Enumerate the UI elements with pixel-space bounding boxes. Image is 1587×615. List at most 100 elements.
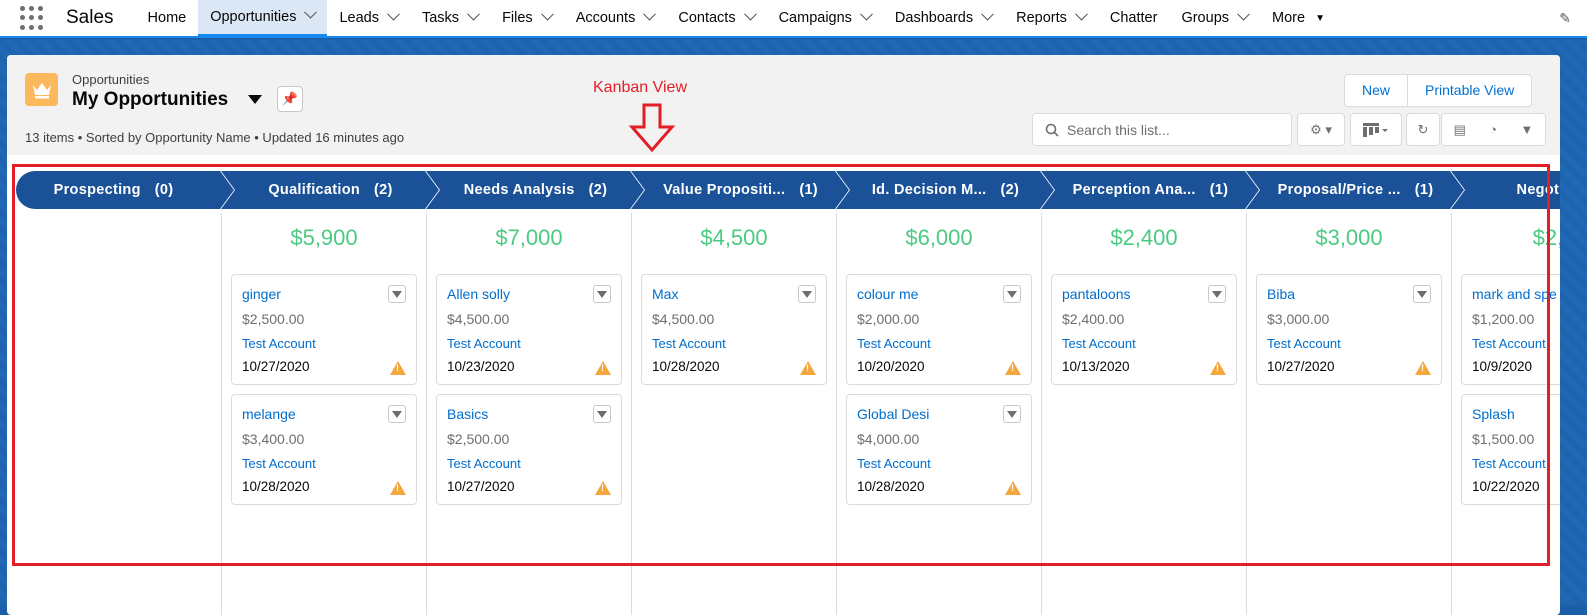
opportunity-name-link[interactable]: ginger <box>242 286 281 302</box>
nav-item-leads[interactable]: Leads <box>327 0 410 37</box>
card-menu-dropdown-icon[interactable] <box>798 285 816 303</box>
pin-list-button[interactable]: 📌 <box>277 86 303 112</box>
chart-icon[interactable]: ◔ <box>1489 122 1497 137</box>
caret-down-icon[interactable]: ▼ <box>1315 13 1325 24</box>
card-menu-dropdown-icon[interactable] <box>388 405 406 423</box>
card-menu-dropdown-icon[interactable] <box>593 285 611 303</box>
stage-1[interactable]: Qualification (2) <box>233 171 428 209</box>
nav-item-accounts[interactable]: Accounts <box>564 0 667 37</box>
account-name-link[interactable]: Test Account <box>1062 336 1136 351</box>
nav-item-campaigns[interactable]: Campaigns <box>767 0 883 37</box>
account-name-link[interactable]: Test Account <box>652 336 726 351</box>
table-view-icon[interactable]: ▤ <box>1454 122 1466 138</box>
warning-icon[interactable] <box>1415 361 1431 375</box>
opportunity-card[interactable]: pantaloons $2,400.00 Test Account 10/13/202… <box>1051 274 1237 385</box>
list-view-switcher-caret-icon[interactable] <box>248 95 262 104</box>
opportunity-card[interactable]: Biba $3,000.00 Test Account 10/27/2020 <box>1256 274 1442 385</box>
stage-2[interactable]: Needs Analysis (2) <box>438 171 633 209</box>
chevron-down-icon[interactable] <box>1075 7 1088 21</box>
opportunity-name-link[interactable]: Biba <box>1267 286 1295 302</box>
card-menu-dropdown-icon[interactable] <box>1413 285 1431 303</box>
opportunity-card[interactable]: melange $3,400.00 Test Account 10/28/2020 <box>231 394 417 505</box>
card-menu-dropdown-icon[interactable] <box>388 285 406 303</box>
nav-item-more[interactable]: More ▼ <box>1260 0 1337 37</box>
edit-nav-pencil-icon[interactable]: ✎ <box>1559 10 1571 27</box>
account-name-link[interactable]: Test Account <box>857 336 931 351</box>
opportunity-name-link[interactable]: Basics <box>447 406 488 422</box>
stage-6[interactable]: Proposal/Price ... (1) <box>1258 171 1453 209</box>
chevron-down-icon[interactable] <box>743 7 757 21</box>
warning-icon[interactable] <box>390 481 406 495</box>
kanban-column: $4,500 Max $4,500.00 Test Account 10/28/2020 <box>631 213 836 615</box>
nav-item-groups[interactable]: Groups <box>1169 0 1260 37</box>
opportunity-card[interactable]: Global Desi $4,000.00 Test Account 10/28/20… <box>846 394 1032 505</box>
chevron-down-icon[interactable] <box>387 7 400 21</box>
account-name-link[interactable]: Test Account <box>1472 336 1546 351</box>
stage-0[interactable]: Prospecting (0) <box>16 171 211 209</box>
card-menu-dropdown-icon[interactable] <box>1003 405 1021 423</box>
account-name-link[interactable]: Test Account <box>447 336 521 351</box>
account-name-link[interactable]: Test Account <box>242 456 316 471</box>
opportunity-card[interactable]: Basics $2,500.00 Test Account 10/27/2020 <box>436 394 622 505</box>
list-settings-button[interactable]: ⚙ ▾ <box>1297 113 1345 146</box>
chevron-down-icon[interactable] <box>1237 7 1250 21</box>
account-name-link[interactable]: Test Account <box>242 336 316 351</box>
app-launcher-icon[interactable] <box>20 6 44 30</box>
opportunity-card[interactable]: ginger $2,500.00 Test Account 10/27/2020 <box>231 274 417 385</box>
opportunity-card[interactable]: colour me $2,000.00 Test Account 10/20/2020 <box>846 274 1032 385</box>
card-menu-dropdown-icon[interactable] <box>1208 285 1226 303</box>
opportunity-name-link[interactable]: mark and spe <box>1472 286 1557 302</box>
warning-icon[interactable] <box>1005 481 1021 495</box>
account-name-link[interactable]: Test Account <box>447 456 521 471</box>
stage-4[interactable]: Id. Decision M... (2) <box>848 171 1043 209</box>
warning-icon[interactable] <box>595 481 611 495</box>
warning-icon[interactable] <box>1210 361 1226 375</box>
opportunity-card[interactable]: Splash $1,500.00 Test Account 10/22/2020 <box>1461 394 1560 505</box>
chevron-down-icon[interactable] <box>304 5 318 19</box>
stage-count: (0) <box>154 182 174 198</box>
nav-item-tasks[interactable]: Tasks <box>410 0 490 37</box>
opportunity-name-link[interactable]: Global Desi <box>857 406 929 422</box>
opportunity-name-link[interactable]: colour me <box>857 286 918 302</box>
opportunity-card[interactable]: mark and spe $1,200.00 Test Account 10/9/20… <box>1461 274 1560 385</box>
stage-3[interactable]: Value Propositi... (1) <box>643 171 838 209</box>
account-name-link[interactable]: Test Account <box>1472 456 1546 471</box>
stage-count: (1) <box>1209 182 1229 198</box>
opportunity-name-link[interactable]: Splash <box>1472 406 1515 422</box>
stage-5[interactable]: Perception Ana... (1) <box>1053 171 1248 209</box>
warning-icon[interactable] <box>800 361 816 375</box>
chevron-down-icon[interactable] <box>981 7 994 21</box>
opportunity-name-link[interactable]: pantaloons <box>1062 286 1131 302</box>
stage-7[interactable]: Negotiatio <box>1463 171 1560 209</box>
chevron-down-icon[interactable] <box>643 7 657 21</box>
opportunity-name-link[interactable]: Max <box>652 286 678 302</box>
printable-view-button[interactable]: Printable View <box>1407 75 1531 106</box>
list-view-title[interactable]: My Opportunities <box>72 89 228 111</box>
display-as-button[interactable] <box>1350 113 1402 146</box>
chevron-down-icon[interactable] <box>860 7 873 21</box>
warning-icon[interactable] <box>1005 361 1021 375</box>
nav-item-dashboards[interactable]: Dashboards <box>883 0 1004 37</box>
card-menu-dropdown-icon[interactable] <box>1003 285 1021 303</box>
chevron-down-icon[interactable] <box>540 7 554 21</box>
chevron-down-icon[interactable] <box>467 7 480 21</box>
nav-item-contacts[interactable]: Contacts <box>666 0 766 37</box>
new-button[interactable]: New <box>1345 75 1407 106</box>
warning-icon[interactable] <box>390 361 406 375</box>
account-name-link[interactable]: Test Account <box>857 456 931 471</box>
nav-item-chatter[interactable]: Chatter <box>1098 0 1170 37</box>
account-name-link[interactable]: Test Account <box>1267 336 1341 351</box>
filter-icon[interactable]: ▼ <box>1520 122 1533 137</box>
opportunity-card[interactable]: Max $4,500.00 Test Account 10/28/2020 <box>641 274 827 385</box>
refresh-button[interactable]: ↻ <box>1406 113 1440 146</box>
nav-item-files[interactable]: Files <box>490 0 564 37</box>
opportunity-name-link[interactable]: melange <box>242 406 296 422</box>
warning-icon[interactable] <box>595 361 611 375</box>
nav-item-reports[interactable]: Reports <box>1004 0 1098 37</box>
nav-item-opportunities[interactable]: Opportunities <box>198 0 328 37</box>
card-menu-dropdown-icon[interactable] <box>593 405 611 423</box>
search-input[interactable]: Search this list... <box>1032 113 1292 146</box>
opportunity-name-link[interactable]: Allen solly <box>447 286 510 302</box>
opportunity-card[interactable]: Allen solly $4,500.00 Test Account 10/23/20… <box>436 274 622 385</box>
nav-item-home[interactable]: Home <box>136 0 199 37</box>
